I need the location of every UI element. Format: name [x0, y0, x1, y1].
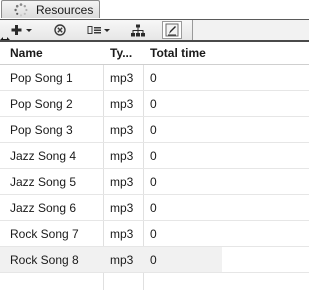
cell-type: mp3 — [110, 71, 134, 85]
view-options-button[interactable] — [86, 22, 112, 38]
table-header: Name Ty... Total time — [0, 42, 309, 65]
tab-resources[interactable]: Resources — [1, 0, 100, 18]
table-row[interactable]: Pop Song 3 mp3 0 — [0, 117, 309, 143]
column-header-total-time[interactable]: Total time — [150, 46, 206, 60]
add-button[interactable] — [10, 22, 34, 38]
cell-total-time: 0 — [150, 71, 157, 85]
cell-type: mp3 — [110, 201, 134, 215]
cell-name: Rock Song 8 — [10, 253, 79, 267]
table-row[interactable]: Rock Song 7 mp3 0 — [0, 221, 309, 247]
edit-button[interactable] — [162, 21, 182, 39]
cell-type: mp3 — [110, 149, 134, 163]
hierarchy-icon — [131, 24, 145, 37]
column-header-name[interactable]: Name — [10, 46, 43, 60]
table-row[interactable]: Jazz Song 5 mp3 0 — [0, 169, 309, 195]
cell-total-time: 0 — [150, 175, 157, 189]
remove-icon — [54, 24, 66, 36]
cell-total-time: 0 — [150, 227, 157, 241]
table-row[interactable]: Jazz Song 6 mp3 0 — [0, 195, 309, 221]
tab-bar: Resources — [0, 0, 309, 20]
edit-icon — [165, 23, 179, 37]
cell-total-time: 0 — [150, 201, 157, 215]
cell-total-time: 0 — [150, 123, 157, 137]
view-options-icon — [87, 25, 111, 35]
cell-type: mp3 — [110, 175, 134, 189]
column-header-type[interactable]: Ty... — [110, 46, 132, 60]
cell-name: Jazz Song 6 — [10, 201, 77, 215]
table-row[interactable]: Jazz Song 4 mp3 0 — [0, 143, 309, 169]
cell-name: Pop Song 2 — [10, 97, 73, 111]
add-icon — [11, 24, 33, 36]
cell-type: mp3 — [110, 253, 134, 267]
loading-spinner-icon — [14, 3, 28, 17]
cell-name: Pop Song 1 — [10, 71, 73, 85]
cell-type: mp3 — [110, 227, 134, 241]
table-row-selected[interactable]: Rock Song 8 mp3 0 — [0, 247, 309, 273]
remove-button[interactable] — [52, 22, 68, 38]
tab-label: Resources — [36, 3, 94, 17]
cell-type: mp3 — [110, 97, 134, 111]
toolbar — [0, 20, 309, 41]
hierarchy-button[interactable] — [129, 22, 147, 38]
toolbar-strip — [0, 20, 193, 40]
cell-type: mp3 — [110, 123, 134, 137]
table-row[interactable]: Pop Song 2 mp3 0 — [0, 91, 309, 117]
cell-name: Jazz Song 5 — [10, 175, 77, 189]
cell-total-time: 0 — [150, 97, 157, 111]
resources-table: Name Ty... Total time Pop Song 1 mp3 0 P… — [0, 42, 309, 290]
cell-name: Jazz Song 4 — [10, 149, 77, 163]
cell-total-time: 0 — [150, 253, 157, 267]
table-row[interactable]: Pop Song 1 mp3 0 — [0, 65, 309, 91]
cell-name: Rock Song 7 — [10, 227, 79, 241]
cell-name: Pop Song 3 — [10, 123, 73, 137]
cell-total-time: 0 — [150, 149, 157, 163]
